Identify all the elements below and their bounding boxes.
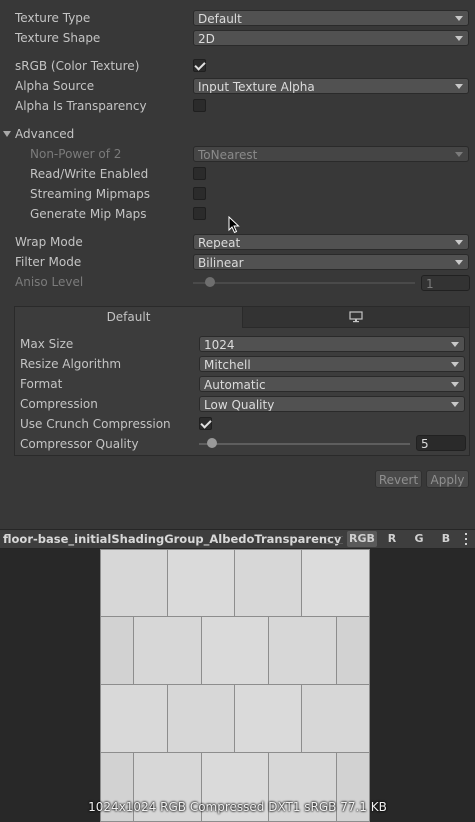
channel-rgb-button[interactable]: RGB — [347, 531, 377, 547]
srgb-checkbox[interactable] — [193, 59, 206, 72]
more-options-icon[interactable] — [462, 533, 470, 545]
chevron-down-icon — [451, 342, 459, 347]
channel-g-button[interactable]: G — [407, 531, 431, 547]
texture-shape-dropdown[interactable]: 2D — [193, 30, 469, 46]
alpha-source-dropdown[interactable]: Input Texture Alpha — [193, 78, 469, 94]
chevron-down-icon — [455, 152, 463, 157]
compression-dropdown[interactable]: Low Quality — [199, 396, 465, 412]
monitor-icon — [349, 311, 363, 323]
alpha-is-transparency-label: Alpha Is Transparency — [15, 99, 147, 113]
chevron-down-icon — [451, 382, 459, 387]
tab-standalone[interactable] — [243, 307, 469, 328]
streaming-mipmaps-checkbox[interactable] — [193, 187, 206, 200]
advanced-label: Advanced — [15, 127, 75, 141]
mouse-cursor-icon — [228, 216, 240, 234]
format-dropdown[interactable]: Automatic — [199, 376, 465, 392]
chevron-down-icon — [451, 402, 459, 407]
texture-type-label: Texture Type — [15, 11, 91, 25]
compressor-quality-slider-knob[interactable] — [207, 438, 217, 448]
aniso-level-label: Aniso Level — [15, 275, 84, 289]
aniso-level-slider-track — [193, 282, 415, 284]
drag-handle-icon[interactable] — [321, 536, 343, 544]
chevron-down-icon — [455, 240, 463, 245]
max-size-value: 1024 — [204, 338, 235, 352]
wrap-mode-dropdown[interactable]: Repeat — [193, 234, 469, 250]
streaming-mipmaps-label: Streaming Mipmaps — [30, 187, 151, 201]
compression-value: Low Quality — [204, 398, 275, 412]
generate-mipmaps-checkbox[interactable] — [193, 207, 206, 220]
max-size-label: Max Size — [20, 337, 74, 351]
resize-algorithm-label: Resize Algorithm — [20, 357, 122, 371]
resize-algorithm-value: Mitchell — [204, 358, 251, 372]
aniso-level-field: 1 — [421, 275, 470, 291]
read-write-checkbox[interactable] — [193, 167, 206, 180]
texture-shape-value: 2D — [198, 32, 215, 46]
tab-default[interactable]: Default — [15, 307, 243, 328]
chevron-down-icon — [455, 260, 463, 265]
crunch-compression-label: Use Crunch Compression — [20, 417, 171, 431]
generate-mipmaps-label: Generate Mip Maps — [30, 207, 147, 221]
channel-r-button[interactable]: R — [380, 531, 404, 547]
non-power-of-2-label: Non-Power of 2 — [30, 147, 122, 161]
alpha-source-value: Input Texture Alpha — [198, 80, 315, 94]
apply-button[interactable]: Apply — [426, 470, 469, 488]
platform-settings-panel: Default Max Size 1024 Resize Algorithm M… — [14, 306, 470, 456]
texture-type-dropdown[interactable]: Default — [193, 10, 469, 26]
triangle-down-icon — [3, 131, 11, 137]
chevron-down-icon — [451, 362, 459, 367]
format-label: Format — [20, 377, 63, 391]
channel-b-button[interactable]: B — [434, 531, 458, 547]
revert-button[interactable]: Revert — [375, 470, 422, 488]
chevron-down-icon — [455, 36, 463, 41]
aniso-level-slider-knob — [205, 277, 215, 287]
texture-type-value: Default — [198, 12, 242, 26]
filter-mode-label: Filter Mode — [15, 255, 82, 269]
non-power-of-2-value: ToNearest — [198, 148, 258, 162]
texture-shape-label: Texture Shape — [15, 31, 101, 45]
max-size-dropdown[interactable]: 1024 — [199, 336, 465, 352]
compression-label: Compression — [20, 397, 98, 411]
crunch-compression-checkbox[interactable] — [199, 417, 212, 430]
preview-toolbar: floor-base_initialShadingGroup_AlbedoTra… — [0, 529, 475, 549]
resize-algorithm-dropdown[interactable]: Mitchell — [199, 356, 465, 372]
format-value: Automatic — [204, 378, 266, 392]
compressor-quality-label: Compressor Quality — [20, 437, 139, 451]
texture-image — [100, 549, 370, 822]
srgb-label: sRGB (Color Texture) — [15, 59, 140, 73]
wrap-mode-value: Repeat — [198, 236, 241, 250]
filter-mode-value: Bilinear — [198, 256, 244, 270]
alpha-is-transparency-checkbox[interactable] — [193, 99, 206, 112]
wrap-mode-label: Wrap Mode — [15, 235, 83, 249]
chevron-down-icon — [455, 84, 463, 89]
alpha-source-label: Alpha Source — [15, 79, 95, 93]
preview-title: floor-base_initialShadingGroup_AlbedoTra… — [3, 532, 342, 546]
filter-mode-dropdown[interactable]: Bilinear — [193, 254, 469, 270]
chevron-down-icon — [455, 16, 463, 21]
compressor-quality-field[interactable]: 5 — [416, 435, 466, 451]
texture-preview-area — [0, 549, 475, 822]
read-write-label: Read/Write Enabled — [30, 167, 149, 181]
compressor-quality-slider-track[interactable] — [199, 443, 410, 445]
texture-info-label: 1024x1024 RGB Compressed DXT1 sRGB 77.1 … — [88, 800, 387, 814]
non-power-of-2-dropdown: ToNearest — [193, 146, 469, 162]
